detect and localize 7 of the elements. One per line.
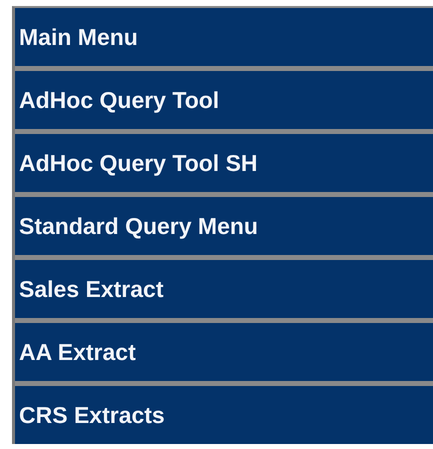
menu-item[interactable]: Standard Query Menu bbox=[15, 197, 433, 255]
menu-item[interactable]: AA Extract bbox=[15, 323, 433, 381]
menu-item[interactable]: Sales Extract bbox=[15, 260, 433, 318]
menu-item[interactable]: CRS Extracts bbox=[15, 386, 433, 444]
menu-item[interactable]: AdHoc Query Tool SH bbox=[15, 134, 433, 192]
menu-item[interactable]: Main Menu bbox=[15, 8, 433, 66]
menu-item[interactable]: AdHoc Query Tool bbox=[15, 71, 433, 129]
